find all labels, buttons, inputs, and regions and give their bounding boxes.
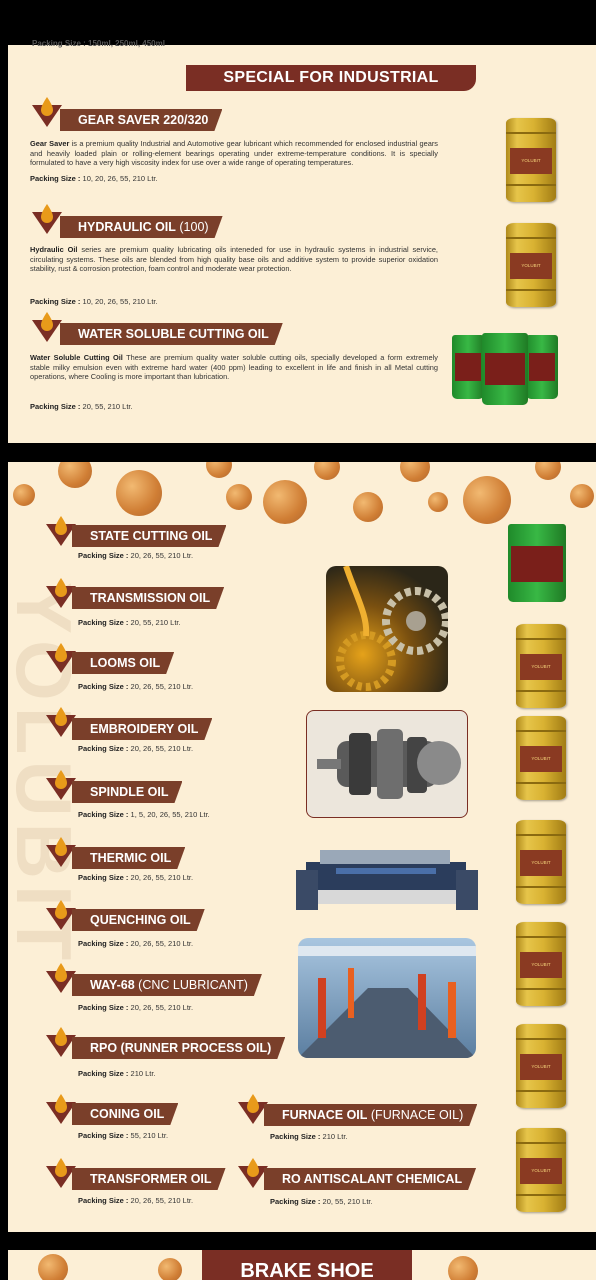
product-title: QUENCHING OIL [72, 909, 205, 931]
brand-drop-icon [30, 310, 64, 344]
cut-off-text: Packing Size : 150ml, 250ml, 450ml [32, 39, 165, 48]
product-title: SPINDLE OIL [72, 781, 182, 803]
product-title: RO ANTISCALANT CHEMICAL [264, 1168, 476, 1190]
section-title: SPECIAL FOR INDUSTRIAL [186, 65, 476, 91]
products-panel: YOLUBIT STATE CUTTING OIL Packing Size :… [8, 462, 596, 1232]
packing-size: Packing Size : 20, 26, 55, 210 Ltr. [78, 1003, 194, 1012]
packing-size: Packing Size : 20, 26, 55, 210 Ltr. [78, 873, 194, 882]
next-section-title: BRAKE SHOE [202, 1250, 412, 1280]
oil-bucket-image [526, 335, 558, 399]
product-description: Water Soluble Cutting Oil These are prem… [30, 353, 438, 382]
packing-size: Packing Size : 20, 26, 55, 210 Ltr. [78, 744, 194, 753]
factory-robots-image [298, 938, 476, 1058]
packing-size: Packing Size : 20, 55, 210 Ltr. [78, 618, 181, 627]
packing-size: Packing Size : 10, 20, 26, 55, 210 Ltr. [30, 297, 158, 306]
oil-drum-image: YOLUBIT [506, 223, 556, 307]
loom-machine-image [296, 840, 480, 918]
packing-size: Packing Size : 210 Ltr. [78, 1069, 156, 1078]
gear-oil-pour-image [326, 566, 448, 692]
packing-size: Packing Size : 20, 26, 55, 210 Ltr. [78, 1196, 194, 1205]
product-title: FURNACE OIL (FURNACE OIL) [264, 1104, 477, 1126]
product-title: EMBROIDERY OIL [72, 718, 212, 740]
oil-drum-image: YOLUBIT [516, 922, 566, 1006]
product-title: WAY-68 (CNC LUBRICANT) [72, 974, 262, 996]
product-title: GEAR SAVER 220/320 [60, 109, 222, 131]
oil-bucket-image [508, 524, 566, 602]
next-panel: BRAKE SHOE [8, 1250, 596, 1280]
packing-size: Packing Size : 55, 210 Ltr. [78, 1131, 169, 1140]
product-title: RPO (RUNNER PROCESS OIL) [72, 1037, 285, 1059]
oil-bucket-image [482, 333, 528, 405]
packing-size: Packing Size : 20, 26, 55, 210 Ltr. [78, 551, 194, 560]
product-title: TRANSMISSION OIL [72, 587, 224, 609]
packing-size: Packing Size : 10, 20, 26, 55, 210 Ltr. [30, 174, 158, 183]
packing-size: Packing Size : 20, 55, 210 Ltr. [30, 402, 133, 411]
brand-drop-icon [30, 95, 64, 129]
transmission-cutaway-image [306, 710, 468, 818]
oil-drum-image: YOLUBIT [516, 1128, 566, 1212]
product-title: CONING OIL [72, 1103, 178, 1125]
brand-drop-icon [30, 202, 64, 236]
product-title: TRANSFORMER OIL [72, 1168, 226, 1190]
industrial-panel: Packing Size : 150ml, 250ml, 450ml SPECI… [8, 39, 596, 443]
product-title: STATE CUTTING OIL [72, 525, 226, 547]
oil-drum-image: YOLUBIT [516, 1024, 566, 1108]
packing-size: Packing Size : 20, 55, 210 Ltr. [270, 1197, 373, 1206]
oil-drum-image: YOLUBIT [516, 716, 566, 800]
oil-drum-image: YOLUBIT [516, 820, 566, 904]
product-description: Hydraulic Oil series are premium quality… [30, 245, 438, 274]
oil-drum-image: YOLUBIT [506, 118, 556, 202]
product-title: THERMIC OIL [72, 847, 185, 869]
packing-size: Packing Size : 20, 26, 55, 210 Ltr. [78, 939, 194, 948]
product-title: WATER SOLUBLE CUTTING OIL [60, 323, 283, 345]
oil-bucket-image [452, 335, 484, 399]
packing-size: Packing Size : 210 Ltr. [270, 1132, 348, 1141]
oil-drum-image: YOLUBIT [516, 624, 566, 708]
product-title: LOOMS OIL [72, 652, 174, 674]
packing-size: Packing Size : 20, 26, 55, 210 Ltr. [78, 682, 194, 691]
product-description: Gear Saver is a premium quality Industri… [30, 139, 438, 168]
product-title: HYDRAULIC OIL (100) [60, 216, 223, 238]
packing-size: Packing Size : 1, 5, 20, 26, 55, 210 Ltr… [78, 810, 210, 819]
